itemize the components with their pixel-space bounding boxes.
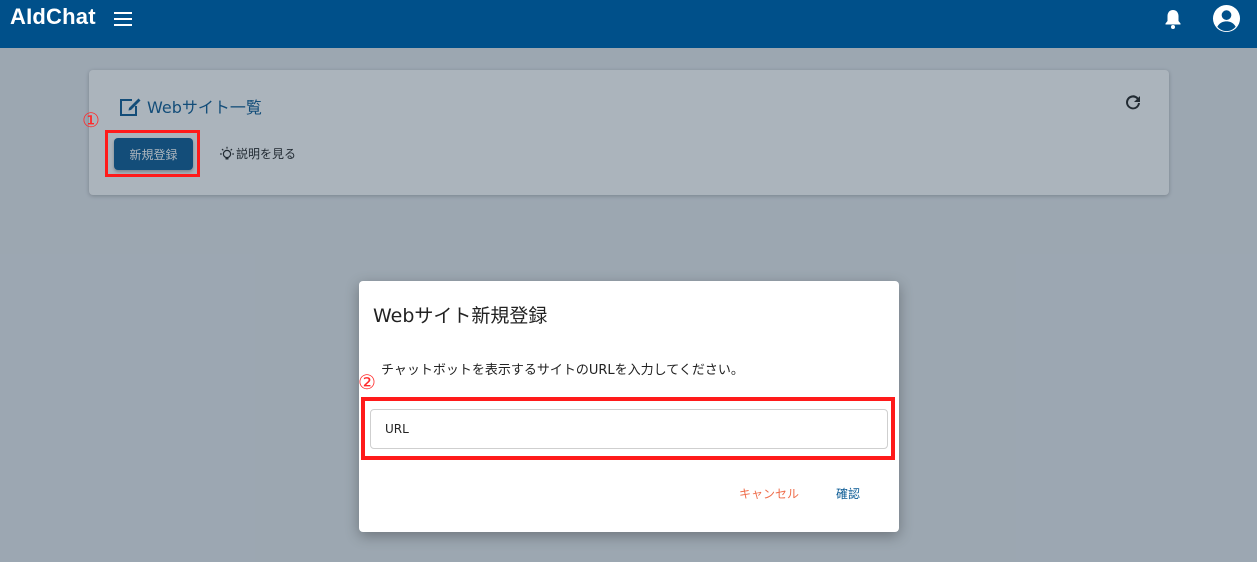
brand-logo[interactable]: AIdChat <box>10 4 96 30</box>
confirm-button[interactable]: 確認 <box>832 483 864 504</box>
annotation-highlight-2 <box>361 397 895 460</box>
menu-icon[interactable] <box>113 10 133 28</box>
annotation-marker-2: ② <box>358 370 376 394</box>
dialog-description: チャットボットを表示するサイトのURLを入力してください。 <box>381 363 744 378</box>
cancel-button[interactable]: キャンセル <box>735 483 803 504</box>
bell-icon[interactable] <box>1163 8 1183 30</box>
annotation-marker-1: ① <box>82 108 100 132</box>
dialog-title: Webサイト新規登録 <box>373 305 548 327</box>
account-circle-icon[interactable] <box>1212 4 1241 33</box>
top-app-bar: AIdChat <box>0 0 1257 48</box>
annotation-highlight-1 <box>105 130 200 177</box>
